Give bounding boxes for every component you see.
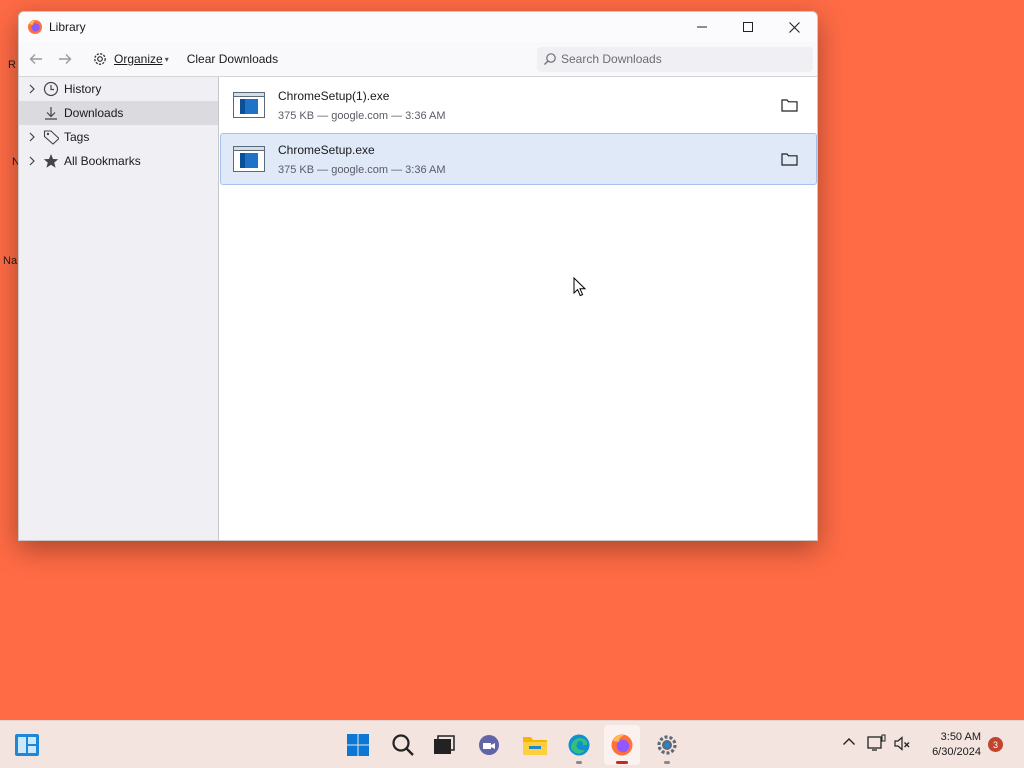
clock-date: 6/30/2024 (932, 746, 981, 758)
executable-file-icon (233, 146, 265, 172)
sidebar-item-downloads[interactable]: Downloads (19, 101, 218, 125)
download-item[interactable]: ChromeSetup.exe 375 KB — google.com — 3:… (220, 133, 817, 185)
toolbar: Organize ▾ Clear Downloads (19, 42, 817, 76)
mouse-cursor-icon (573, 277, 587, 297)
tag-icon (43, 129, 59, 145)
sidebar-item-tags[interactable]: Tags (19, 125, 218, 149)
desktop: R N Na Library Organize ▾ Clear Download… (0, 0, 1024, 720)
search-input[interactable] (561, 52, 801, 66)
download-filename: ChromeSetup(1).exe (278, 88, 390, 103)
clock[interactable]: 3:50 AM 6/30/2024 (932, 730, 981, 760)
back-arrow-icon (29, 54, 42, 64)
edge-button[interactable] (565, 731, 593, 764)
start-button[interactable] (344, 731, 372, 759)
taskbar: 3:50 AM 6/30/2024 3 (0, 720, 1024, 768)
back-button[interactable] (23, 46, 49, 72)
organize-label: Organize (114, 52, 163, 66)
settings-button[interactable] (653, 731, 681, 764)
title-bar[interactable]: Library (19, 12, 817, 42)
gear-icon (94, 53, 106, 65)
sidebar-item-label: History (64, 82, 102, 96)
chevron-right-icon[interactable] (26, 156, 38, 166)
teams-chat-button[interactable] (475, 731, 503, 759)
edge-icon (568, 734, 590, 756)
maximize-icon (743, 22, 753, 32)
window-title: Library (49, 20, 86, 34)
maximize-button[interactable] (725, 12, 771, 42)
executable-file-icon (233, 92, 265, 118)
show-in-folder-button[interactable] (778, 148, 800, 170)
downloads-list: ChromeSetup(1).exe 375 KB — google.com —… (219, 76, 817, 540)
download-icon (43, 105, 59, 121)
chevron-down-icon: ▾ (164, 54, 169, 64)
library-window: Library Organize ▾ Clear Downloads Searc… (18, 11, 818, 541)
task-view-button[interactable] (430, 731, 458, 759)
search-icon (544, 53, 556, 65)
file-explorer-button[interactable] (521, 731, 549, 759)
volume-muted-icon[interactable] (893, 735, 911, 753)
folder-icon (780, 153, 798, 166)
download-details: 375 KB — google.com — 3:36 AM (278, 109, 446, 122)
network-icon[interactable] (867, 734, 887, 752)
sidebar-item-history[interactable]: History (19, 77, 218, 101)
firefox-taskbar-button[interactable] (608, 731, 636, 764)
forward-button[interactable] (52, 46, 78, 72)
sidebar-item-all-bookmarks[interactable]: All Bookmarks (19, 149, 218, 173)
clear-downloads-button[interactable]: Clear Downloads (187, 52, 278, 66)
settings-icon (657, 735, 677, 755)
chevron-right-icon[interactable] (26, 84, 38, 94)
minimize-icon (697, 26, 707, 28)
sidebar-item-label: Downloads (64, 106, 124, 120)
folder-icon (780, 99, 798, 112)
search-box[interactable] (537, 46, 813, 72)
download-item[interactable]: ChromeSetup(1).exe 375 KB — google.com —… (220, 79, 817, 131)
desktop-icon-label[interactable]: R (8, 59, 16, 71)
download-details: 375 KB — google.com — 3:36 AM (278, 163, 446, 176)
download-filename: ChromeSetup.exe (278, 142, 375, 157)
desktop-icon-label[interactable]: Na (3, 255, 17, 267)
organize-menu-button[interactable]: Organize ▾ (92, 46, 169, 72)
firefox-icon (28, 20, 42, 34)
star-icon (43, 153, 59, 169)
widgets-icon[interactable] (14, 733, 40, 757)
start-icon (347, 734, 369, 756)
clock-icon (43, 81, 59, 97)
chevron-up-icon[interactable] (842, 735, 856, 749)
close-button[interactable] (771, 12, 817, 42)
minimize-button[interactable] (679, 12, 725, 42)
chevron-right-icon[interactable] (26, 132, 38, 142)
clock-time: 3:50 AM (940, 731, 981, 743)
taskbar-search-button[interactable] (389, 731, 417, 759)
file-explorer-icon (523, 737, 547, 755)
show-in-folder-button[interactable] (778, 94, 800, 116)
sidebar-item-label: Tags (64, 130, 90, 144)
teams-chat-icon (479, 735, 499, 755)
task-view-icon (434, 735, 455, 754)
close-icon (788, 21, 800, 33)
notification-badge[interactable]: 3 (988, 737, 1003, 752)
search-icon (392, 734, 414, 756)
library-sidebar: History Downloads Tags All Bookmarks (19, 76, 219, 540)
sidebar-item-label: All Bookmarks (64, 154, 141, 168)
forward-arrow-icon (59, 54, 72, 64)
firefox-icon (611, 734, 633, 756)
